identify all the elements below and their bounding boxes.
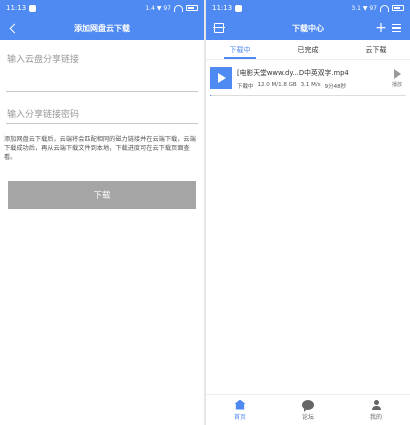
nav-me[interactable]: 我的	[342, 395, 410, 425]
tab-downloading[interactable]: 下载中	[206, 40, 274, 59]
download-tabs: 下载中 已完成 云下载	[206, 40, 410, 60]
task-progress-fill	[210, 95, 212, 96]
tab-completed[interactable]: 已完成	[274, 40, 342, 59]
battery-icon	[186, 5, 198, 11]
share-link-placeholder: 输入云盘分享链接	[7, 55, 80, 65]
download-center-screen: 11:13 3.1 ▼ 97 下载中心 + 下载中 已完成 云下载 [电影天堂w…	[206, 0, 410, 425]
network-speed: 3.1 ▼ 97	[351, 4, 377, 12]
scan-icon[interactable]	[212, 21, 226, 35]
tab-cloud-download[interactable]: 云下载	[342, 40, 410, 59]
status-bar: 11:13 3.1 ▼ 97	[206, 0, 410, 16]
download-task-row[interactable]: [电影天堂www.dy...D中英双字.mp4 下载中 12.0 M/1.8 G…	[206, 60, 410, 96]
play-icon	[393, 68, 401, 79]
back-arrow-icon[interactable]	[6, 21, 20, 35]
task-speed: 3.1 M/s	[300, 81, 321, 88]
play-button[interactable]: 播放	[388, 68, 406, 88]
video-file-icon	[210, 67, 232, 89]
add-icon[interactable]: +	[374, 21, 388, 35]
bottom-navigation: 首页 论坛 我的	[206, 394, 410, 425]
task-eta: 9分48秒	[324, 83, 347, 90]
task-size: 12.0 M/1.8 GB	[257, 81, 297, 88]
download-button[interactable]: 下载	[8, 180, 196, 209]
instruction-text: 添加网盘云下载后，云端将会匹配相同的磁力链接并在云端下载，云端下载成功后，再从云…	[4, 136, 196, 162]
app-bar: 添加网盘云下载	[0, 16, 204, 40]
nav-home[interactable]: 首页	[206, 395, 274, 425]
app-bar: 下载中心 +	[206, 16, 410, 40]
nav-me-label: 我的	[369, 413, 382, 421]
forum-icon	[302, 399, 314, 412]
battery-icon	[392, 5, 404, 11]
share-password-input[interactable]: 输入分享链接密码	[6, 106, 198, 124]
status-time: 11:13	[6, 4, 27, 12]
page-title: 下载中心	[292, 23, 324, 33]
status-time: 11:13	[212, 4, 233, 12]
share-password-placeholder: 输入分享链接密码	[7, 110, 80, 120]
task-filename: [电影天堂www.dy...D中英双字.mp4	[237, 68, 349, 77]
nav-forum-label: 论坛	[301, 413, 314, 421]
menu-list-icon[interactable]	[392, 21, 406, 35]
status-bar: 11:13 1.4 ▼ 97	[0, 0, 204, 16]
wifi-icon	[380, 4, 389, 12]
notification-icon	[29, 4, 37, 12]
network-speed: 1.4 ▼ 97	[145, 4, 171, 12]
task-progress-bar	[210, 95, 406, 96]
share-link-input[interactable]: 输入云盘分享链接	[6, 52, 198, 92]
add-cloud-download-screen: 11:13 1.4 ▼ 97 添加网盘云下载 输入云盘分享链接 输入分享链接密码…	[0, 0, 204, 425]
task-status: 下载中	[237, 83, 254, 90]
person-icon	[371, 399, 382, 410]
page-title: 添加网盘云下载	[74, 23, 130, 33]
nav-home-label: 首页	[233, 413, 246, 421]
home-icon	[234, 399, 246, 410]
notification-icon	[235, 4, 243, 12]
wifi-icon	[174, 4, 183, 12]
download-button-label: 下载	[93, 190, 111, 201]
play-button-label: 播放	[391, 81, 402, 88]
nav-forum[interactable]: 论坛	[274, 395, 342, 425]
